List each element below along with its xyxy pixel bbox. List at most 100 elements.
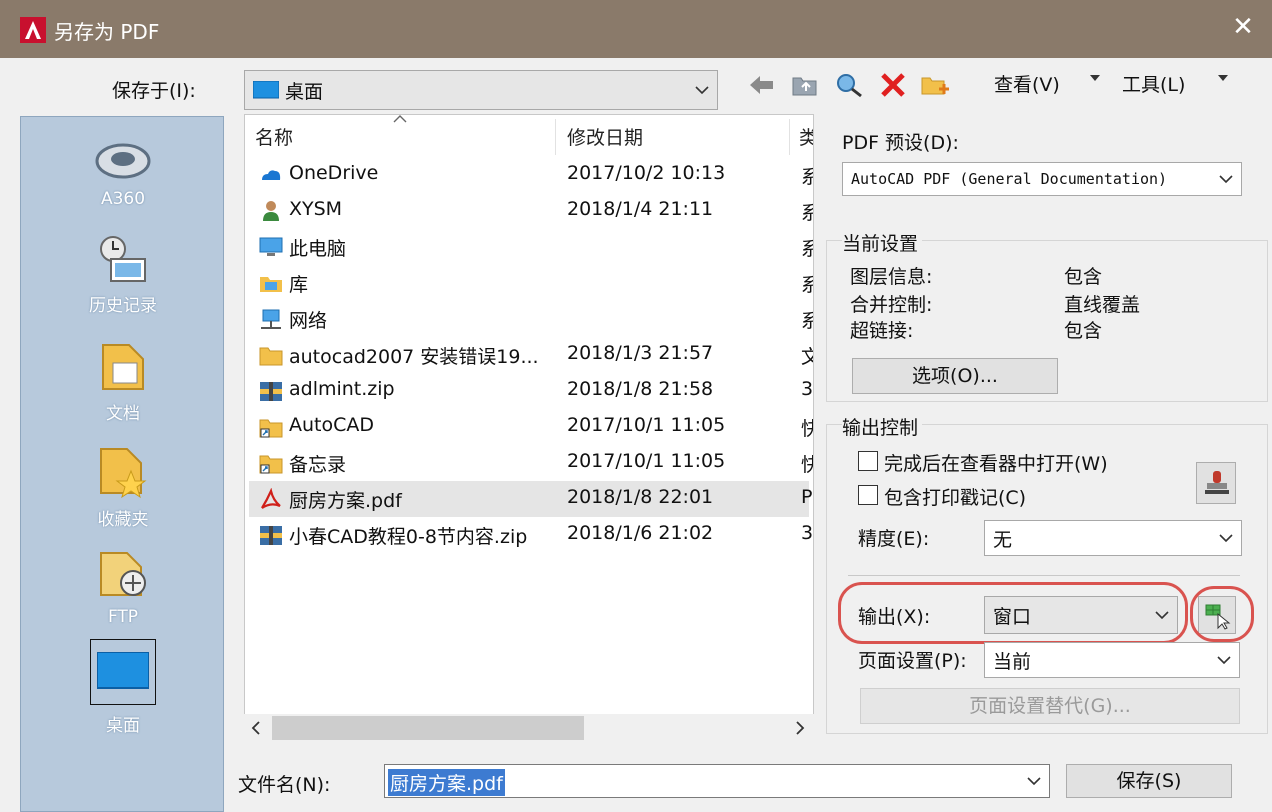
filename-input[interactable]: 厨房方案.pdf — [384, 764, 1050, 798]
column-divider[interactable] — [555, 119, 556, 155]
file-name: OneDrive — [289, 162, 379, 184]
file-row[interactable]: OneDrive 2017/10/2 10:13 系 — [249, 157, 813, 193]
zip-icon — [260, 526, 282, 545]
file-row-selected[interactable]: 厨房方案.pdf 2018/1/8 22:01 P — [249, 481, 813, 517]
window-title: 另存为 PDF — [54, 20, 160, 44]
column-divider[interactable] — [789, 119, 790, 155]
file-type: 快 — [801, 414, 813, 441]
computer-icon — [259, 237, 283, 256]
options-button[interactable]: 选项(O)... — [852, 358, 1058, 394]
file-date: 2017/10/1 11:05 — [567, 450, 726, 472]
view-menu-arrow-icon[interactable] — [1090, 75, 1100, 81]
back-arrow-icon[interactable] — [746, 72, 776, 98]
sort-up-icon — [393, 115, 407, 123]
save-in-value: 桌面 — [285, 80, 324, 103]
file-row[interactable]: 网络 系 — [249, 301, 813, 337]
desktop-icon — [253, 81, 279, 99]
scroll-left-icon[interactable] — [250, 721, 262, 735]
file-name: autocad2007 安装错误19... — [289, 346, 539, 368]
shortcut-icon — [259, 419, 283, 438]
pdf-preset-label: PDF 预设(D): — [842, 132, 959, 154]
file-name: adlmint.zip — [289, 378, 395, 400]
save-as-pdf-dialog: 另存为 PDF ✕ 保存于(I): 桌面 查看(V) 工具(L) A360 历史… — [0, 0, 1272, 812]
chevron-down-icon — [695, 71, 709, 109]
delete-icon[interactable] — [878, 72, 908, 98]
filename-value: 厨房方案.pdf — [388, 769, 505, 796]
plot-stamp-settings-button[interactable] — [1196, 462, 1236, 504]
place-ftp[interactable]: FTP — [21, 545, 225, 627]
shortcut-icon — [259, 455, 283, 474]
open-in-viewer-checkbox[interactable] — [858, 451, 878, 471]
places-bar: A360 历史记录 文档 收藏夹 FTP 桌面 — [20, 116, 224, 812]
save-in-combo[interactable]: 桌面 — [244, 70, 718, 110]
file-name: 此电脑 — [289, 238, 347, 260]
file-name: 库 — [289, 274, 309, 296]
pdf-preset-value: AutoCAD PDF (General Documentation) — [851, 170, 1168, 188]
setting-value: 包含 — [1064, 266, 1103, 288]
place-label: 文档 — [106, 404, 140, 424]
current-settings-title: 当前设置 — [842, 229, 923, 256]
page-setup-override-button[interactable]: 页面设置替代(G)... — [860, 688, 1240, 724]
scrollbar-thumb[interactable] — [272, 716, 584, 740]
pdf-preset-combo[interactable]: AutoCAD PDF (General Documentation) — [842, 162, 1242, 196]
desktop-screen-icon — [97, 652, 149, 689]
setting-key: 合并控制: — [850, 294, 933, 316]
place-documents[interactable]: 文档 — [21, 341, 225, 424]
file-type: 3 — [801, 522, 814, 544]
file-row[interactable]: adlmint.zip 2018/1/8 21:58 3 — [249, 373, 813, 409]
open-in-viewer-label: 完成后在查看器中打开(W) — [884, 453, 1108, 475]
file-row[interactable]: autocad2007 安装错误19... 2018/1/3 21:57 文 — [249, 337, 813, 373]
new-folder-icon[interactable] — [920, 72, 950, 98]
view-menu[interactable]: 查看(V) — [994, 70, 1060, 97]
place-label: 历史记录 — [89, 296, 157, 316]
file-date: 2018/1/3 21:57 — [567, 342, 714, 364]
file-type: 系 — [801, 306, 813, 333]
close-button[interactable]: ✕ — [1228, 12, 1258, 42]
user-icon — [263, 201, 279, 221]
place-favorites[interactable]: 收藏夹 — [21, 443, 225, 530]
column-header-type[interactable]: 类 — [799, 123, 813, 150]
autocad-logo-icon — [20, 17, 46, 43]
place-history[interactable]: 历史记录 — [21, 233, 225, 316]
precision-value: 无 — [993, 528, 1013, 551]
search-web-icon[interactable] — [834, 72, 864, 98]
file-type: P — [801, 486, 813, 508]
ftp-icon — [100, 552, 146, 596]
file-name: XYSM — [289, 198, 343, 220]
page-setup-override-label: 页面设置替代(G)... — [969, 695, 1131, 717]
file-name: 厨房方案.pdf — [289, 490, 402, 512]
documents-icon — [102, 344, 144, 390]
file-date: 2017/10/1 11:05 — [567, 414, 726, 436]
file-row[interactable]: 库 系 — [249, 265, 813, 301]
place-label: 桌面 — [106, 716, 140, 736]
include-plot-stamp-checkbox[interactable] — [858, 485, 878, 505]
page-setup-combo[interactable]: 当前 — [984, 642, 1240, 678]
chevron-down-icon — [1219, 521, 1233, 555]
column-header-date[interactable]: 修改日期 — [567, 123, 643, 150]
tools-menu[interactable]: 工具(L) — [1122, 70, 1185, 97]
file-date: 2018/1/8 22:01 — [567, 486, 714, 508]
file-row[interactable]: 此电脑 系 — [249, 229, 813, 265]
file-row[interactable]: AutoCAD 2017/10/1 11:05 快 — [249, 409, 813, 445]
file-row[interactable]: 小春CAD教程0-8节内容.zip 2018/1/6 21:02 3 — [249, 517, 813, 553]
file-type: 3 — [801, 378, 814, 400]
file-date: 2018/1/4 21:11 — [567, 198, 714, 220]
tools-menu-arrow-icon[interactable] — [1218, 75, 1228, 81]
output-control-title: 输出控制 — [842, 413, 923, 440]
file-row[interactable]: 备忘录 2017/10/1 11:05 快 — [249, 445, 813, 481]
scroll-right-icon[interactable] — [794, 721, 806, 735]
filename-label: 文件名(N): — [238, 774, 331, 796]
place-desktop[interactable]: 桌面 — [21, 639, 225, 736]
place-label: A360 — [100, 189, 146, 209]
place-a360[interactable]: A360 — [21, 135, 225, 209]
column-header-name[interactable]: 名称 — [255, 123, 293, 150]
save-button[interactable]: 保存(S) — [1066, 764, 1232, 798]
select-window-highlight-annotation — [1190, 586, 1254, 642]
precision-combo[interactable]: 无 — [984, 520, 1242, 556]
up-folder-icon[interactable] — [790, 72, 820, 98]
chevron-down-icon[interactable] — [1027, 776, 1041, 786]
file-list[interactable]: 名称 修改日期 类 OneDrive 2017/10/2 10:13 系 XYS… — [244, 114, 814, 740]
a360-cloud-icon — [95, 143, 151, 179]
horizontal-scrollbar[interactable] — [244, 714, 814, 742]
file-row[interactable]: XYSM 2018/1/4 21:11 系 — [249, 193, 813, 229]
